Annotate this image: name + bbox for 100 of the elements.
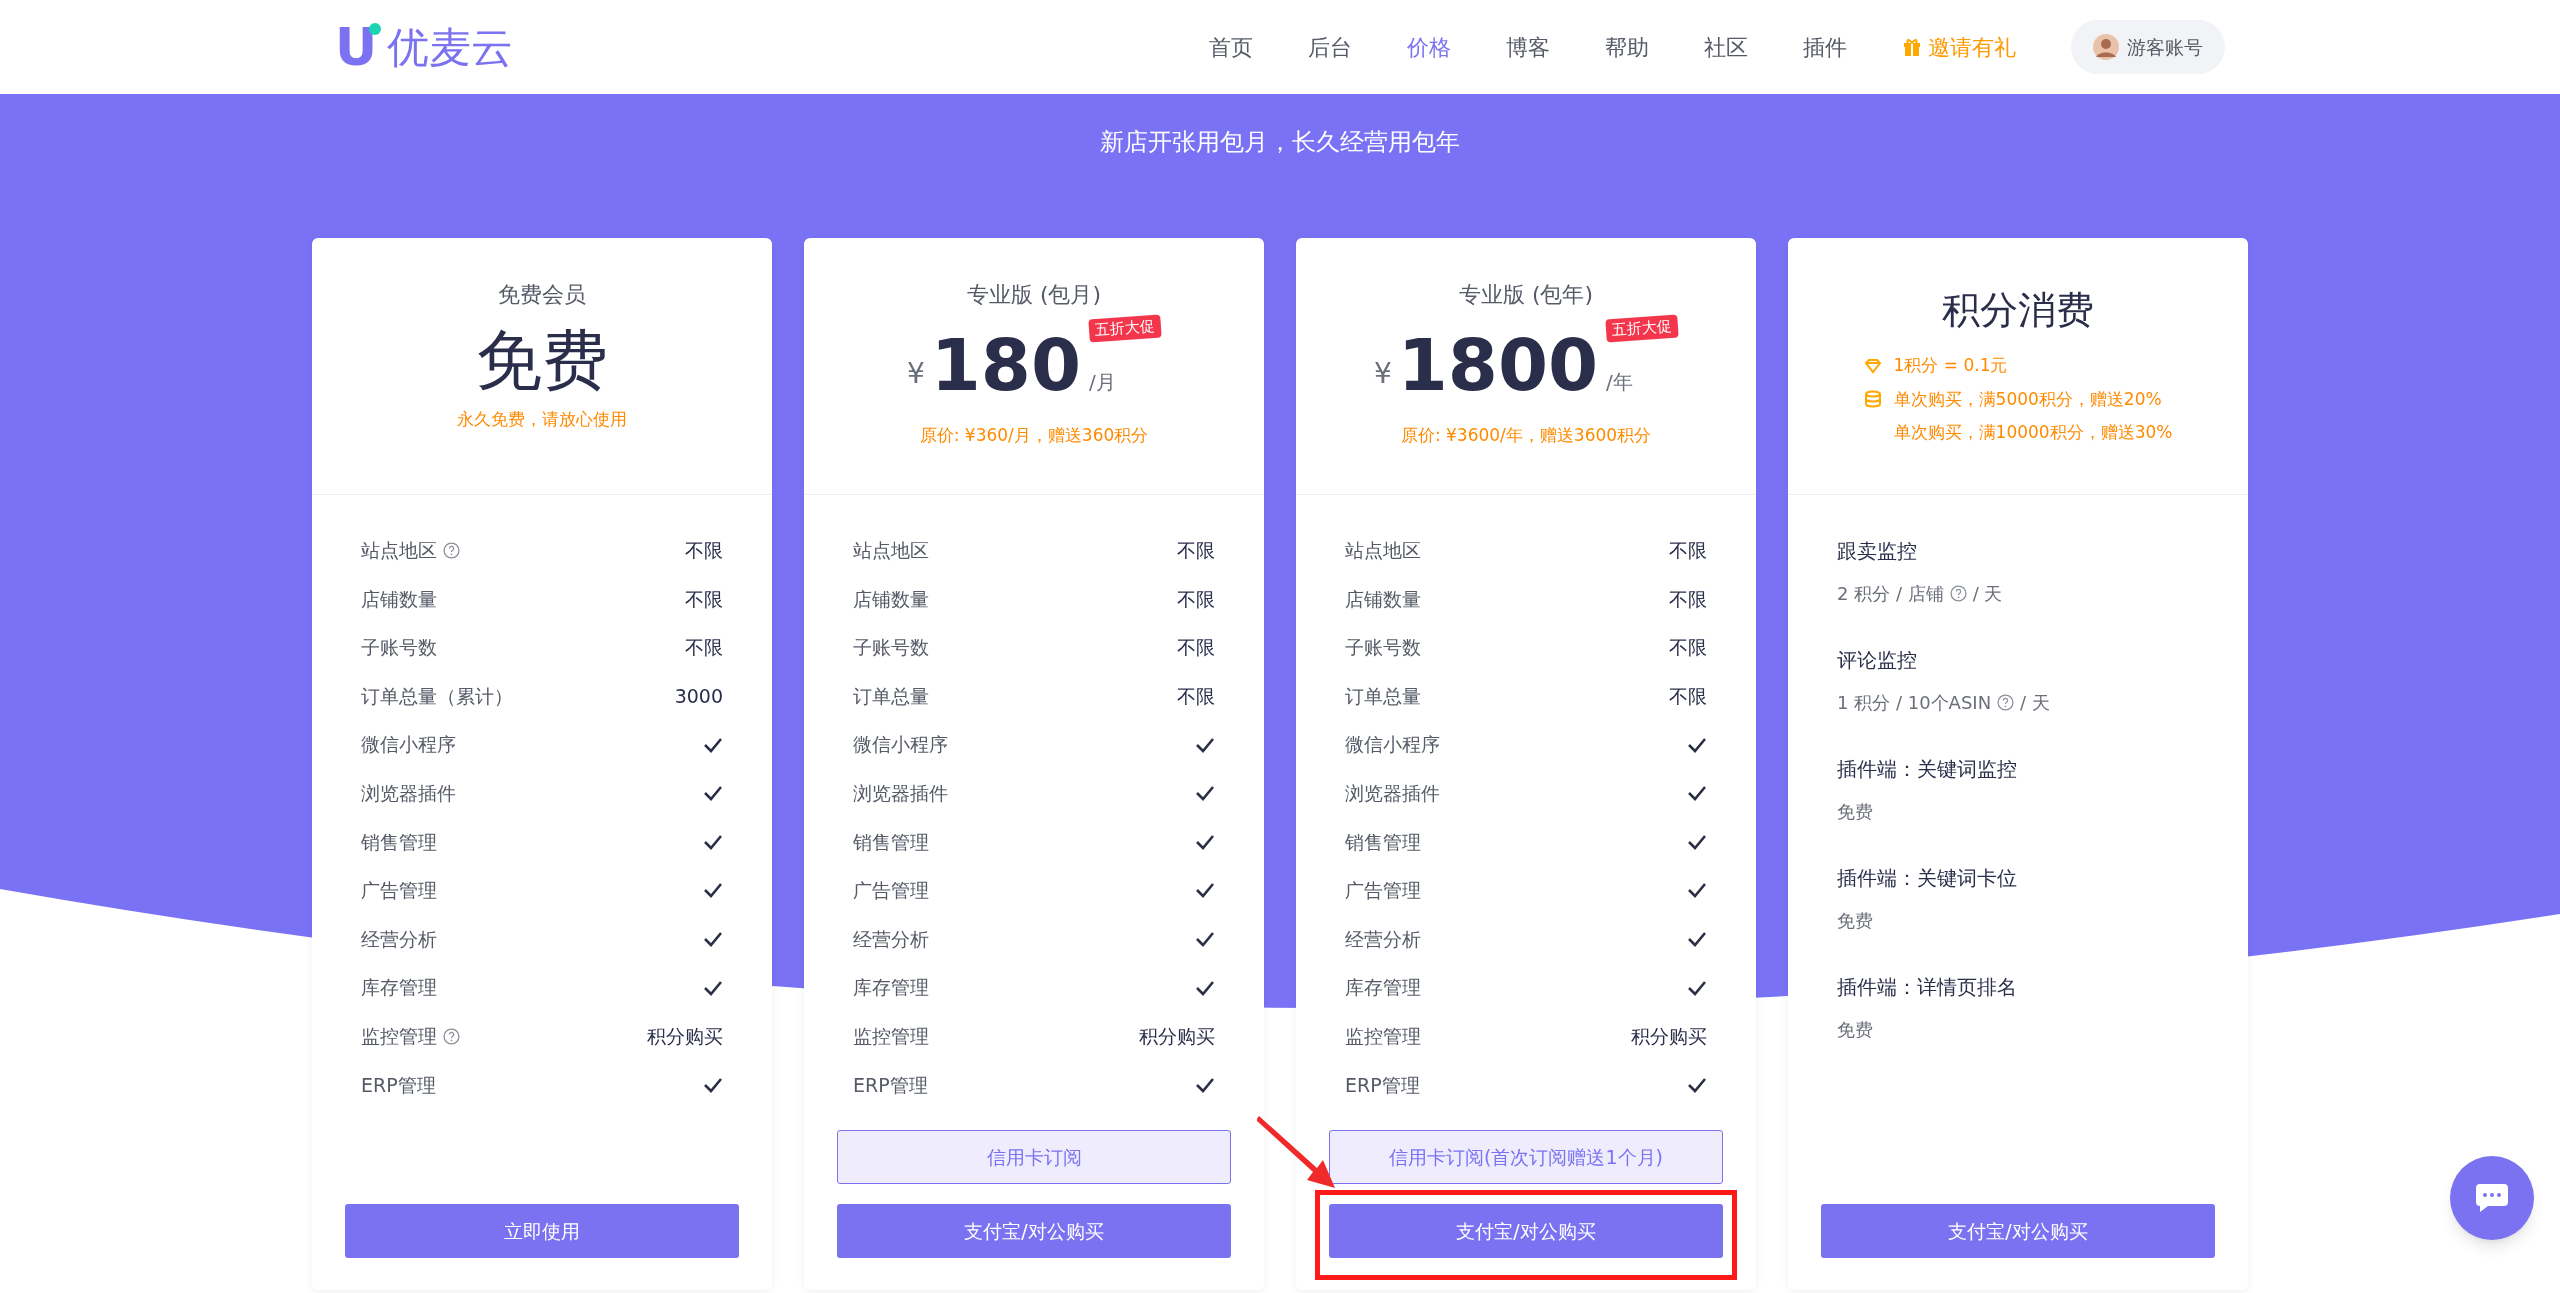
- plan-price: 180: [930, 327, 1082, 403]
- check-icon: [703, 931, 723, 948]
- buy-button[interactable]: 支付宝/对公购买: [1329, 1204, 1723, 1258]
- service-price: 1 积分 / 10个ASIN: [1837, 691, 1992, 715]
- nav-link[interactable]: 博客: [1506, 30, 1550, 64]
- feature-value: 积分购买: [1631, 1024, 1707, 1049]
- logo-text: 优麦云: [387, 21, 514, 74]
- check-icon: [1195, 1076, 1215, 1093]
- buy-button[interactable]: 支付宝/对公购买: [1821, 1204, 2215, 1258]
- plan-note: 永久免费，请放心使用: [457, 408, 627, 431]
- service-price: 免费: [1837, 909, 1873, 933]
- feature-value: 不限: [1669, 538, 1707, 564]
- feature-value: 积分购买: [1139, 1024, 1215, 1049]
- feature-label: 销售管理: [361, 829, 437, 855]
- check-icon: [1687, 931, 1707, 948]
- check-icon: [703, 785, 723, 802]
- subscribe-button[interactable]: 信用卡订阅(首次订阅赠送1个月): [1329, 1130, 1723, 1184]
- feature-label: 库存管理: [853, 975, 929, 1001]
- feature-label: 库存管理: [1345, 975, 1421, 1001]
- feature-label: 微信小程序: [1345, 732, 1440, 758]
- feature-label: 库存管理: [361, 975, 437, 1001]
- plan-headline: 免费: [476, 321, 608, 401]
- feature-value: 3000: [674, 683, 723, 709]
- help-icon[interactable]: [443, 1027, 460, 1045]
- invite-link[interactable]: 邀请有礼: [1902, 30, 2016, 64]
- nav-link[interactable]: 价格: [1407, 30, 1451, 64]
- buy-button[interactable]: 支付宝/对公购买: [837, 1204, 1231, 1258]
- check-icon: [703, 882, 723, 899]
- plan-title: 积分消费: [1942, 287, 2094, 334]
- feature-label: 监控管理: [361, 1024, 437, 1049]
- check-icon: [1687, 785, 1707, 802]
- check-icon: [1195, 882, 1215, 899]
- feature-label: ERP管理: [361, 1072, 436, 1098]
- price-unit: /月: [1089, 369, 1116, 396]
- plan-note: 原价: ¥3600/年，赠送3600积分: [1400, 424, 1652, 447]
- promo-badge: 五折大促: [1605, 314, 1679, 342]
- feature-label: 店铺数量: [853, 586, 929, 612]
- currency-symbol: ¥: [1373, 356, 1392, 392]
- feature-label: 子账号数: [853, 635, 929, 661]
- avatar-icon: [2093, 34, 2119, 60]
- check-icon: [703, 979, 723, 996]
- nav-link[interactable]: 社区: [1704, 30, 1748, 64]
- points-rule: 单次购买，满5000积分，赠送20%: [1893, 387, 2162, 411]
- check-icon: [703, 736, 723, 753]
- chat-icon: [2474, 1182, 2510, 1214]
- feature-label: ERP管理: [853, 1072, 928, 1098]
- plan-price: 1800: [1397, 327, 1599, 403]
- nav-link[interactable]: 后台: [1308, 30, 1352, 64]
- feature-label: 销售管理: [1345, 829, 1421, 855]
- feature-label: 广告管理: [853, 878, 929, 904]
- feature-value: 不限: [685, 538, 723, 564]
- feature-label: 监控管理: [853, 1024, 929, 1049]
- check-icon: [1195, 785, 1215, 802]
- check-icon: [1687, 979, 1707, 996]
- help-icon[interactable]: [1949, 585, 1967, 602]
- feature-label: 子账号数: [1345, 635, 1421, 661]
- feature-value: 不限: [685, 586, 723, 612]
- service-title: 评论监控: [1837, 647, 1918, 674]
- logo-mark: U: [335, 21, 378, 73]
- nav-link[interactable]: 帮助: [1605, 30, 1649, 64]
- check-icon: [1687, 1076, 1707, 1093]
- feature-label: 经营分析: [853, 926, 929, 952]
- subscribe-button[interactable]: 信用卡订阅: [837, 1130, 1231, 1184]
- feature-label: 订单总量: [853, 683, 929, 709]
- check-icon: [1687, 736, 1707, 753]
- check-icon: [1687, 882, 1707, 899]
- feature-label: 监控管理: [1345, 1024, 1421, 1049]
- check-icon: [1195, 833, 1215, 850]
- service-title: 跟卖监控: [1837, 538, 1918, 565]
- feature-value: 不限: [1177, 538, 1215, 564]
- plan-title: 专业版 (包月): [966, 281, 1102, 309]
- help-icon[interactable]: [1997, 694, 2015, 711]
- points-rule: 1积分 = 0.1元: [1893, 354, 2008, 377]
- feature-label: 站点地区: [1345, 538, 1421, 564]
- service-title: 插件端：详情页排名: [1837, 974, 2018, 1001]
- promo-badge: 五折大促: [1088, 314, 1162, 342]
- service-price: 2 积分 / 店铺: [1837, 582, 1944, 606]
- price-unit: /年: [1606, 369, 1633, 396]
- account-button[interactable]: 游客账号: [2071, 20, 2225, 74]
- check-icon: [1687, 833, 1707, 850]
- buy-button[interactable]: 立即使用: [345, 1204, 739, 1258]
- feature-label: 店铺数量: [1345, 586, 1421, 612]
- plan-title: 免费会员: [498, 281, 586, 309]
- feature-value: 积分购买: [647, 1024, 723, 1049]
- feature-value: 不限: [1177, 635, 1215, 661]
- feature-label: 浏览器插件: [853, 781, 948, 806]
- plan-note: 原价: ¥360/月，赠送360积分: [919, 424, 1149, 447]
- service-title: 插件端：关键词卡位: [1837, 865, 2018, 892]
- currency-symbol: ¥: [906, 356, 925, 392]
- feature-value: 不限: [1177, 683, 1215, 709]
- help-icon[interactable]: [443, 541, 460, 559]
- feature-label: 站点地区: [853, 538, 929, 564]
- feature-value: 不限: [1669, 635, 1707, 661]
- nav-link[interactable]: 插件: [1803, 30, 1847, 64]
- feature-label: 站点地区: [361, 538, 437, 564]
- feature-value: 不限: [685, 635, 723, 661]
- service-price: 免费: [1837, 800, 1873, 824]
- feature-value: 不限: [1669, 683, 1707, 709]
- check-icon: [703, 833, 723, 850]
- nav-link[interactable]: 首页: [1209, 30, 1253, 64]
